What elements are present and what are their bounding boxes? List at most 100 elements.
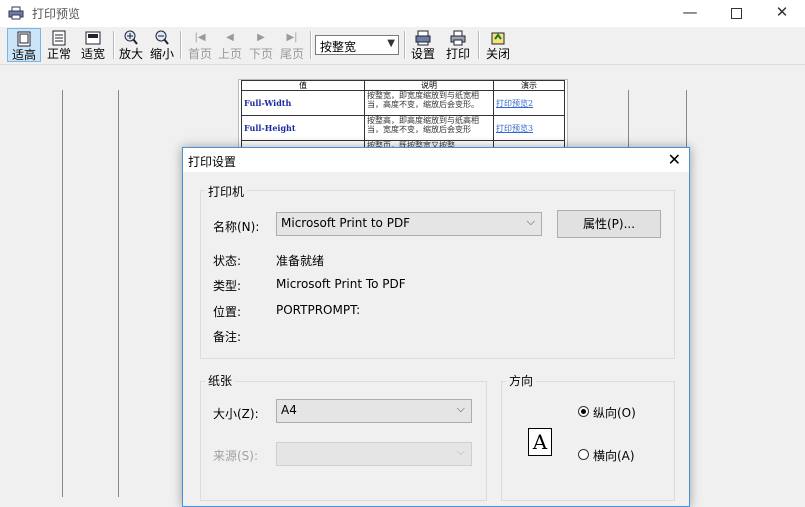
- printer-icon: [450, 30, 466, 46]
- table-cell-desc: 按整宽，即宽度缩放到与纸宽相当，高度不变，缩放后会变形。: [364, 90, 494, 116]
- dialog-close-button[interactable]: ✕: [668, 150, 681, 169]
- landscape-radio[interactable]: [578, 449, 589, 460]
- paper-size-select[interactable]: A4 ⌵: [276, 399, 472, 423]
- last-page-label: 尾页: [279, 47, 304, 61]
- printer-name-select[interactable]: Microsoft Print to PDF ⌵: [276, 212, 542, 236]
- type-label: 类型:: [213, 279, 242, 293]
- normal-size-icon: [52, 30, 66, 46]
- window-close-button[interactable]: ✕: [759, 0, 805, 27]
- toolbar-separator: [180, 31, 182, 59]
- close-icon: ✕: [667, 150, 681, 169]
- zoom-out-icon: [155, 30, 169, 45]
- toolbar-separator: [310, 31, 312, 59]
- normal-size-button[interactable]: 正常: [44, 28, 74, 62]
- page-setup-icon: [415, 30, 431, 46]
- table-cell-value: Full-Height: [241, 115, 365, 141]
- last-page-icon: ▶|: [286, 32, 298, 43]
- properties-button[interactable]: 属性(P)...: [557, 210, 661, 238]
- zoom-in-icon: [124, 30, 138, 45]
- zoom-out-label: 缩小: [149, 47, 174, 61]
- printer-name-value: Microsoft Print to PDF: [281, 216, 411, 230]
- print-setup-dialog: 打印设置 ✕ 打印机 名称(N): Microsoft Print to PDF…: [182, 147, 690, 507]
- orientation-page-icon: A: [528, 428, 552, 456]
- paper-group-label: 纸张: [205, 372, 236, 389]
- where-value: PORTPROMPT:: [276, 303, 361, 317]
- print-button[interactable]: 打印: [443, 28, 473, 62]
- prev-page-button[interactable]: ◀ 上页: [215, 28, 245, 62]
- chevron-down-icon: ⌵: [526, 215, 535, 228]
- fit-page-icon: [17, 31, 31, 47]
- fit-width-label: 适宽: [80, 47, 105, 61]
- prev-page-label: 上页: [217, 47, 242, 61]
- status-label: 状态:: [213, 254, 242, 268]
- dialog-title: 打印设置: [188, 155, 237, 169]
- table-cell-desc: 按整高，即高度缩放到与纸高相当，宽度不变，缩放后会变形: [364, 115, 494, 141]
- fit-page-button[interactable]: 适高: [7, 28, 41, 62]
- table-cell-demo-link[interactable]: 打印预览2: [493, 90, 565, 116]
- printer-icon: [8, 6, 24, 20]
- page-setup-button[interactable]: 设置: [408, 28, 438, 62]
- close-preview-button[interactable]: 关闭: [483, 28, 513, 62]
- portrait-label[interactable]: 纵向(O): [593, 404, 636, 421]
- next-page-label: 下页: [248, 47, 273, 61]
- paper-size-value: A4: [281, 403, 297, 417]
- orientation-group-label: 方向: [506, 372, 537, 389]
- prev-page-icon: ◀: [226, 32, 234, 43]
- minimize-button[interactable]: —: [667, 0, 713, 27]
- table-row: Full-Width 按整宽，即宽度缩放到与纸宽相当，高度不变，缩放后会变形。 …: [241, 90, 565, 116]
- zoom-mode-value: 按整宽: [320, 40, 357, 54]
- first-page-icon: |◀: [194, 32, 206, 43]
- orientation-icon-letter: A: [532, 430, 548, 454]
- chevron-down-icon: ▼: [387, 38, 395, 49]
- fit-width-icon: [85, 31, 101, 45]
- status-value: 准备就绪: [276, 254, 325, 268]
- zoom-in-button[interactable]: 放大: [117, 28, 145, 62]
- exit-icon: [491, 32, 505, 45]
- normal-size-label: 正常: [46, 47, 71, 61]
- table-header: 值: [241, 80, 365, 91]
- close-preview-label: 关闭: [485, 47, 510, 61]
- maximize-icon: [730, 8, 742, 19]
- type-value: Microsoft Print To PDF: [276, 277, 406, 291]
- fit-width-button[interactable]: 适宽: [78, 28, 108, 62]
- print-label: 打印: [445, 47, 470, 61]
- zoom-out-button[interactable]: 缩小: [148, 28, 176, 62]
- table-cell-demo-link[interactable]: 打印预览3: [493, 115, 565, 141]
- zoom-in-label: 放大: [118, 47, 143, 61]
- table-header-row: 值 说明 演示: [241, 80, 565, 91]
- table-header: 说明: [364, 80, 494, 91]
- close-icon: ✕: [775, 3, 789, 21]
- toolbar: 适高 正常 适宽 放大 缩小 |◀ 首页 ◀ 上页 ▶ 下页 ▶| 尾页 设置 …: [0, 27, 805, 65]
- next-page-button[interactable]: ▶ 下页: [246, 28, 276, 62]
- comment-label: 备注:: [213, 330, 242, 344]
- toolbar-separator: [404, 31, 406, 59]
- where-label: 位置:: [213, 305, 242, 319]
- page-edge-line: [118, 90, 119, 497]
- toolbar-separator: [113, 31, 115, 59]
- printer-name-label: 名称(N):: [213, 220, 260, 234]
- window-titlebar: 打印预览 — ✕: [0, 0, 805, 27]
- paper-source-select[interactable]: ⌵: [276, 442, 472, 466]
- portrait-radio[interactable]: [578, 406, 589, 417]
- table-row: Full-Height 按整高，即高度缩放到与纸高相当，宽度不变，缩放后会变形 …: [241, 115, 565, 141]
- last-page-button[interactable]: ▶| 尾页: [277, 28, 307, 62]
- printer-group-label: 打印机: [205, 183, 248, 200]
- toolbar-separator: [478, 31, 480, 59]
- table-header: 演示: [493, 80, 565, 91]
- paper-source-label: 来源(S):: [213, 449, 259, 463]
- chevron-down-icon: ⌵: [456, 402, 465, 415]
- chevron-down-icon: ⌵: [456, 445, 465, 458]
- paper-size-label: 大小(Z):: [213, 407, 259, 421]
- zoom-mode-select[interactable]: 按整宽 ▼: [315, 35, 399, 55]
- page-edge-line: [62, 90, 63, 497]
- page-setup-label: 设置: [410, 47, 435, 61]
- first-page-button[interactable]: |◀ 首页: [185, 28, 215, 62]
- maximize-button[interactable]: [713, 0, 759, 27]
- minimize-icon: —: [682, 3, 698, 21]
- dialog-titlebar: 打印设置 ✕: [183, 148, 689, 172]
- first-page-label: 首页: [187, 47, 212, 61]
- landscape-label[interactable]: 横向(A): [593, 447, 635, 464]
- fit-page-label: 适高: [11, 48, 36, 62]
- next-page-icon: ▶: [257, 32, 265, 43]
- window-title: 打印预览: [32, 7, 81, 21]
